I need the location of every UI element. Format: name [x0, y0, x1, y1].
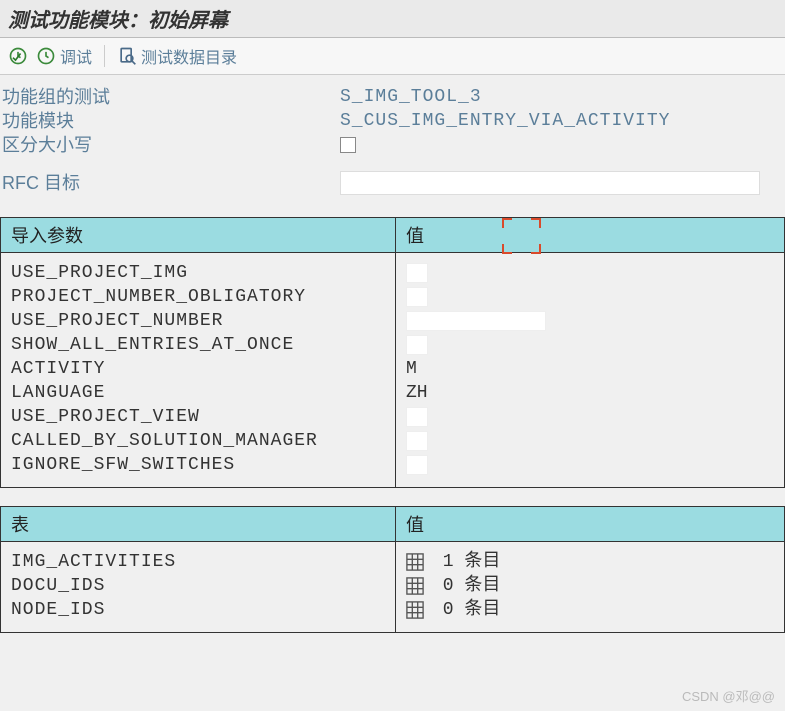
import-param-value[interactable]: [406, 429, 774, 453]
value-input[interactable]: [406, 263, 428, 283]
import-param-value[interactable]: ZH: [406, 381, 774, 405]
import-value-header: 值: [396, 218, 785, 253]
info-block: 功能组的测试 S_IMG_TOOL_3 功能模块 S_CUS_IMG_ENTRY…: [0, 75, 785, 199]
import-param-name: ACTIVITY: [11, 357, 385, 381]
table-entry-count: 0 条目: [432, 574, 500, 598]
table-icon: [406, 553, 424, 571]
import-param-name: IGNORE_SFW_SWITCHES: [11, 453, 385, 477]
toolbar: 调试 测试数据目录: [0, 38, 785, 75]
cursor-corner-icon: [531, 218, 541, 228]
import-param-name: PROJECT_NUMBER_OBLIGATORY: [11, 285, 385, 309]
import-param-value[interactable]: [406, 405, 774, 429]
table-entry-link[interactable]: 0 条目: [406, 598, 774, 622]
clock-check-icon: [8, 46, 28, 66]
case-sensitive-checkbox[interactable]: [340, 137, 356, 153]
test-data-directory-button[interactable]: 测试数据目录: [117, 44, 237, 68]
table-param-name: DOCU_IDS: [11, 574, 385, 598]
debug-button[interactable]: 调试: [36, 44, 92, 68]
function-group-value: S_IMG_TOOL_3: [340, 85, 482, 109]
import-params-section: 导入参数 值 USE_PROJECT_IMGPROJECT_NUMBER_OBL…: [0, 217, 785, 488]
import-param-value[interactable]: M: [406, 357, 774, 381]
table-param-name: NODE_IDS: [11, 598, 385, 622]
rfc-target-input[interactable]: [340, 171, 760, 195]
import-param-name: CALLED_BY_SOLUTION_MANAGER: [11, 429, 385, 453]
value-input[interactable]: [406, 455, 428, 475]
case-sensitive-label: 区分大小写: [0, 133, 340, 157]
import-param-name: LANGUAGE: [11, 381, 385, 405]
function-module-label: 功能模块: [0, 109, 340, 133]
debug-label: 调试: [60, 44, 92, 68]
value-input[interactable]: [406, 287, 428, 307]
value-input[interactable]: [406, 335, 428, 355]
table-param-name: IMG_ACTIVITIES: [11, 550, 385, 574]
import-param-name: USE_PROJECT_IMG: [11, 261, 385, 285]
table-entry-count: 0 条目: [432, 598, 500, 622]
import-param-name: USE_PROJECT_VIEW: [11, 405, 385, 429]
value-input[interactable]: [406, 431, 428, 451]
value-input[interactable]: [406, 407, 428, 427]
import-param-value[interactable]: [406, 309, 774, 333]
import-param-value[interactable]: [406, 453, 774, 477]
function-module-value: S_CUS_IMG_ENTRY_VIA_ACTIVITY: [340, 109, 670, 133]
rfc-target-label: RFC 目标: [0, 171, 340, 195]
execute-button[interactable]: [8, 46, 28, 66]
search-document-icon: [117, 46, 137, 66]
function-group-label: 功能组的测试: [0, 85, 340, 109]
cursor-corner-icon: [531, 244, 541, 254]
table-entry-count: 1 条目: [432, 550, 500, 574]
cursor-corner-icon: [502, 218, 512, 228]
import-params-header: 导入参数: [1, 218, 396, 253]
table-icon: [406, 577, 424, 595]
clock-icon: [36, 46, 56, 66]
import-param-name: SHOW_ALL_ENTRIES_AT_ONCE: [11, 333, 385, 357]
tables-header: 表: [1, 507, 396, 542]
table-entry-link[interactable]: 0 条目: [406, 574, 774, 598]
table-entry-link[interactable]: 1 条目: [406, 550, 774, 574]
value-input[interactable]: [406, 311, 546, 331]
window-title: 测试功能模块：初始屏幕: [0, 0, 785, 38]
toolbar-separator: [104, 45, 105, 67]
table-icon: [406, 601, 424, 619]
import-param-name: USE_PROJECT_NUMBER: [11, 309, 385, 333]
tables-section: 表 值 IMG_ACTIVITIESDOCU_IDSNODE_IDS 1 条目 …: [0, 506, 785, 633]
tables-value-header: 值: [396, 507, 785, 542]
cursor-corner-icon: [502, 244, 512, 254]
import-param-value[interactable]: [406, 261, 774, 285]
test-data-directory-label: 测试数据目录: [141, 44, 237, 68]
watermark: CSDN @邓@@: [682, 686, 775, 705]
import-param-value[interactable]: [406, 285, 774, 309]
import-param-value[interactable]: [406, 333, 774, 357]
